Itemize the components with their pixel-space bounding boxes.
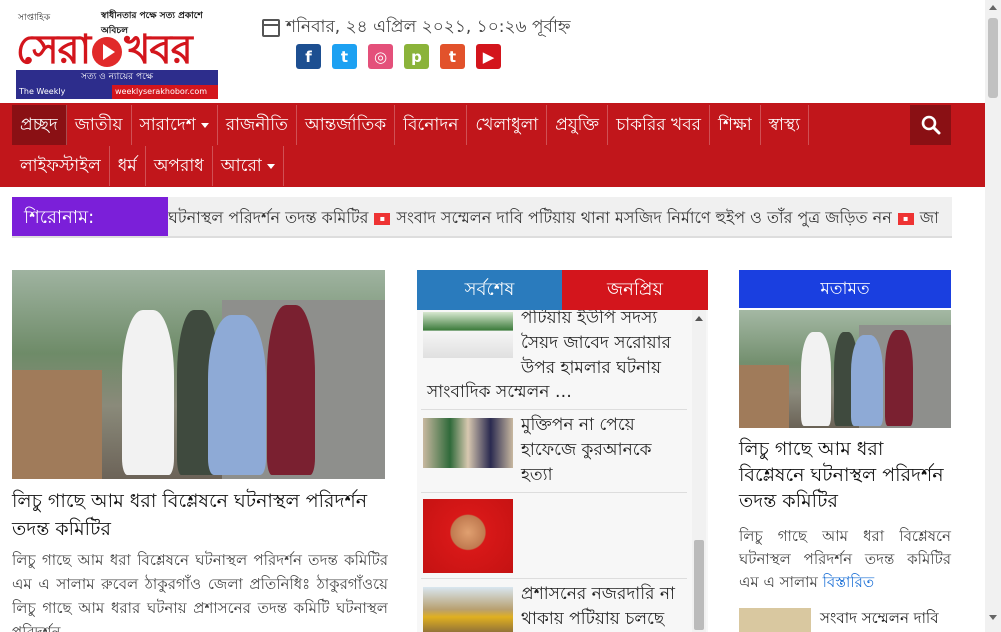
news-logo-icon: ▪ [374, 212, 391, 225]
nav-item[interactable]: স্বাস্থ্য [761, 105, 810, 145]
nav-item[interactable]: সারাদেশ [132, 105, 218, 145]
list-item[interactable] [421, 493, 687, 579]
nav-item[interactable]: বিনোদন [395, 105, 468, 145]
page-scrollbar[interactable] [985, 0, 1001, 632]
ticker-item[interactable]: সংবাদ সম্মেলন দাবি পটিয়ায় থানা মসজিদ ন… [396, 208, 891, 227]
list-item-text: পটিয়ায় ইউপি সদস্য সৈয়দ জাবেদ সরোয়ার … [521, 310, 671, 378]
instagram-icon[interactable]: ◎ [368, 44, 393, 69]
site-header: সাপ্তাহিক স্বাধীনতার পক্ষে সত্য প্রকাশে … [0, 0, 985, 110]
ticker-item[interactable]: জা [920, 208, 939, 227]
nav-item[interactable]: আন্তর্জাতিক [297, 105, 396, 145]
main-navigation: প্রচ্ছদ জাতীয় সারাদেশ রাজনীতি আন্তর্জাতিক বি… [0, 103, 985, 187]
nav-item[interactable]: রাজনীতি [218, 105, 297, 145]
list-item-text: প্রশাসনের নজরদারি না থাকায় পটিয়ায় চলছ… [521, 584, 675, 629]
play-icon [92, 37, 123, 67]
social-links: f t ◎ p t ▶ [296, 44, 501, 69]
nav-item[interactable]: লাইফস্টাইল [12, 146, 110, 186]
lead-story-title[interactable]: লিচু গাছে আম ধরা বিশ্লেষনে ঘটনাস্থল পরিদ… [12, 487, 388, 543]
list-scrollbar[interactable] [692, 310, 706, 632]
date-text: শনিবার, ২৪ এপ্রিল ২০২১, ১০:২৬ পূর্বাহ্ন [286, 17, 571, 37]
read-more-link[interactable]: বিস্তারিত [823, 573, 875, 591]
nav-item[interactable]: প্রচ্ছদ [12, 105, 67, 145]
site-logo[interactable]: সাপ্তাহিক স্বাধীনতার পক্ষে সত্য প্রকাশে … [16, 8, 218, 110]
lead-story-image[interactable] [12, 270, 385, 479]
ticker-text[interactable]: ঘটনাস্থল পরিদর্শন তদন্ত কমিটির ▪ সংবাদ সম্… [168, 197, 952, 236]
opinion-title[interactable]: লিচু গাছে আম ধরা বিশ্লেষনে ঘটনাস্থল পরিদ… [739, 436, 951, 514]
news-thumbnail [423, 499, 513, 573]
pinterest-icon[interactable]: p [404, 44, 429, 69]
calendar-icon [262, 19, 280, 37]
lead-story-excerpt: লিচু গাছে আম ধরা বিশ্লেষনে ঘটনাস্থল পরিদ… [12, 551, 388, 632]
tab-popular[interactable]: জনপ্রিয় [562, 270, 708, 310]
latest-news-list[interactable]: পটিয়ায় ইউপি সদস্য সৈয়দ জাবেদ সরোয়ার … [417, 310, 708, 632]
headline-ticker: শিরোনাম: ঘটনাস্থল পরিদর্শন তদন্ত কমিটির ▪… [12, 197, 952, 238]
news-thumbnail [423, 312, 513, 358]
list-item-text: সাংবাদিক সম্মেলন … [427, 382, 572, 402]
scroll-up-icon[interactable] [989, 5, 997, 10]
news-thumbnail[interactable] [739, 608, 811, 632]
list-item[interactable]: মুক্তিপন না পেয়ে হাফেজে কুরআনকে হত্যা [421, 410, 687, 493]
scroll-thumb[interactable] [988, 18, 998, 98]
tab-latest[interactable]: সর্বশেষ [417, 270, 562, 310]
nav-item[interactable]: ধর্ম [110, 146, 146, 186]
scroll-up-icon[interactable] [695, 316, 703, 321]
facebook-icon[interactable]: f [296, 44, 321, 69]
twitter-icon[interactable]: t [332, 44, 357, 69]
news-thumbnail [423, 587, 513, 632]
chevron-down-icon [266, 163, 275, 169]
list-item[interactable]: প্রশাসনের নজরদারি না থাকায় পটিয়ায় চলছ… [421, 579, 687, 632]
opinion-next-title[interactable]: সংবাদ সম্মেলন দাবি [820, 607, 939, 632]
nav-item[interactable]: আরো [213, 146, 284, 186]
current-date: শনিবার, ২৪ এপ্রিল ২০২১, ১০:২৬ পূর্বাহ্ন [262, 14, 571, 42]
nav-item[interactable]: প্রযুক্তি [547, 105, 609, 145]
nav-item[interactable]: জাতীয় [67, 105, 132, 145]
scroll-thumb[interactable] [694, 540, 704, 630]
search-button[interactable] [910, 105, 951, 145]
tumblr-icon[interactable]: t [440, 44, 465, 69]
nav-item[interactable]: শিক্ষা [710, 105, 761, 145]
youtube-icon[interactable]: ▶ [476, 44, 501, 69]
scroll-down-icon[interactable] [989, 615, 997, 620]
logo-tagline: সত্য ও ন্যায়ের পক্ষে [16, 70, 218, 85]
nav-item[interactable]: চাকরির খবর [608, 105, 711, 145]
opinion-image[interactable] [739, 310, 951, 428]
chevron-down-icon [200, 122, 209, 128]
ticker-item[interactable]: ঘটনাস্থল পরিদর্শন তদন্ত কমিটির [168, 208, 368, 227]
opinion-excerpt: লিচু গাছে আম ধরা বিশ্লেষনে ঘটনাস্থল পরিদ… [739, 527, 951, 591]
list-item-text: মুক্তিপন না পেয়ে হাফেজে কুরআনকে হত্যা [521, 415, 652, 485]
nav-item[interactable]: অপরাধ [146, 146, 213, 186]
news-logo-icon: ▪ [897, 212, 914, 225]
list-item[interactable]: পটিয়ায় ইউপি সদস্য সৈয়দ জাবেদ সরোয়ার … [421, 310, 687, 410]
news-thumbnail [423, 418, 513, 468]
nav-item[interactable]: খেলাধুলা [467, 105, 548, 145]
logo-strip: The Weekly Serakhobor weeklyserakhobor.c… [16, 85, 218, 110]
nav-row-2: লাইফস্টাইল ধর্ম অপরাধ আরো [12, 146, 284, 186]
ticker-label: শিরোনাম: [12, 197, 168, 236]
search-icon [921, 115, 940, 135]
news-tabs: সর্বশেষ জনপ্রিয় [417, 270, 708, 310]
opinion-header[interactable]: মতামত [739, 270, 951, 308]
nav-row-1: প্রচ্ছদ জাতীয় সারাদেশ রাজনীতি আন্তর্জাতিক বি… [12, 105, 810, 145]
